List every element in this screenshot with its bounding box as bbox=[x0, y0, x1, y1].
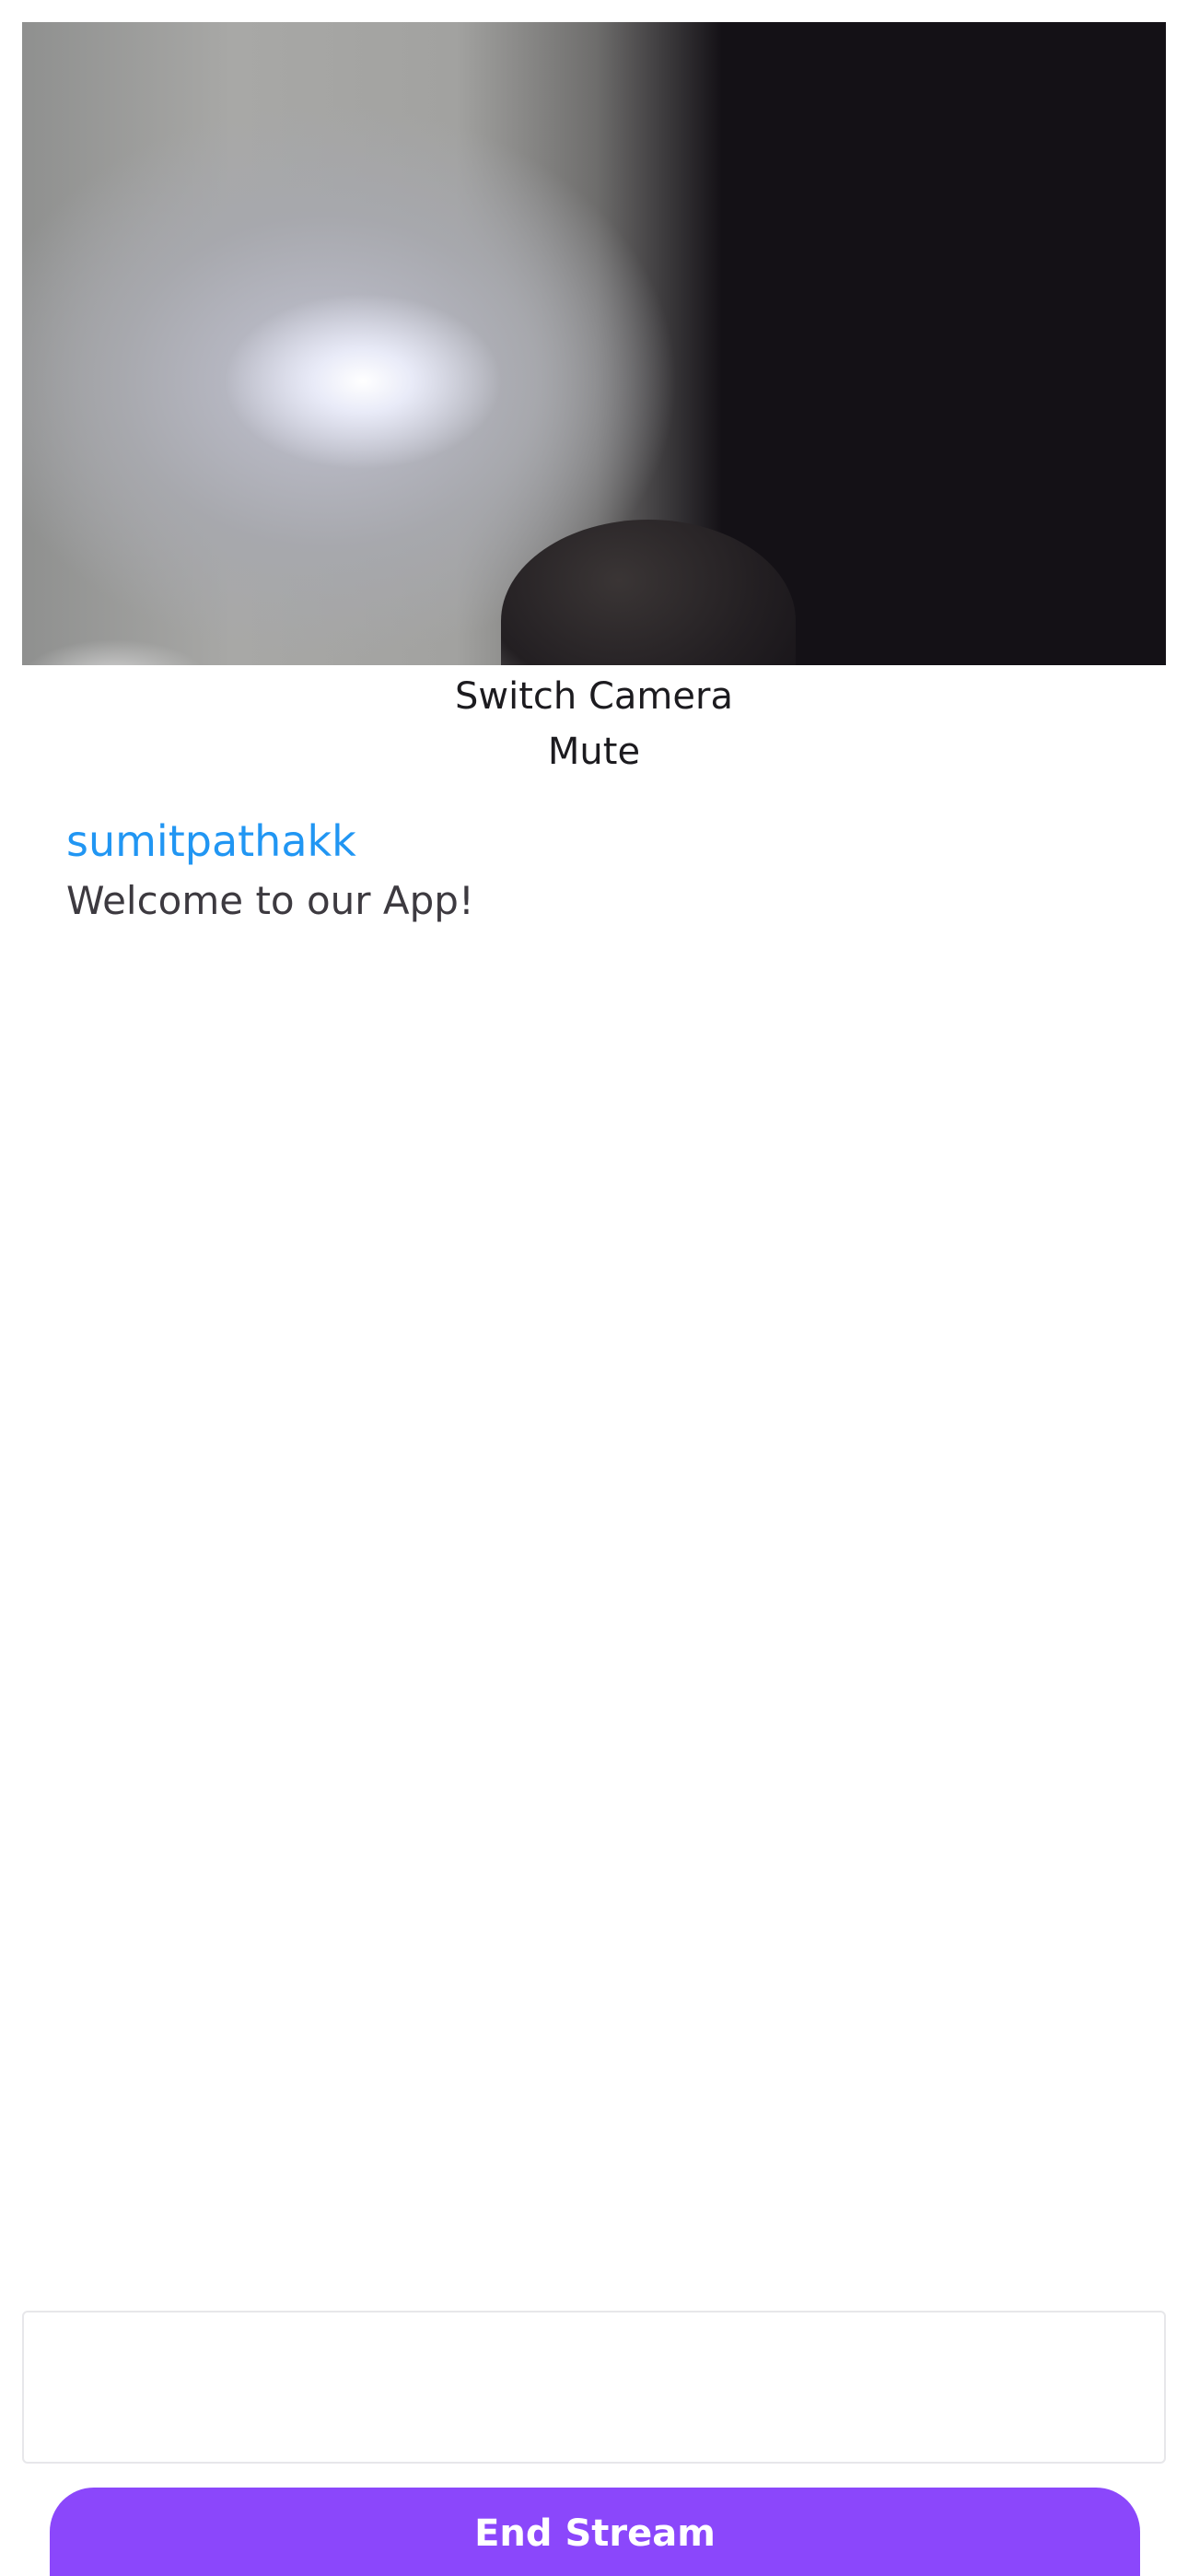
chat-text: Welcome to our App! bbox=[66, 878, 474, 923]
chat-input-container bbox=[22, 2311, 1166, 2464]
end-stream-button[interactable]: End Stream bbox=[50, 2488, 1140, 2576]
camera-preview bbox=[22, 22, 1166, 665]
camera-feed-floor bbox=[22, 639, 206, 665]
switch-camera-button[interactable]: Switch Camera bbox=[0, 669, 1188, 724]
chat-username: sumitpathakk bbox=[66, 816, 356, 866]
chat-input[interactable] bbox=[24, 2313, 1164, 2462]
mute-button[interactable]: Mute bbox=[0, 724, 1188, 779]
live-stream-screen: Switch Camera Mute sumitpathakk Welcome … bbox=[0, 0, 1188, 2576]
chat-message: sumitpathakk Welcome to our App! bbox=[66, 811, 1125, 931]
